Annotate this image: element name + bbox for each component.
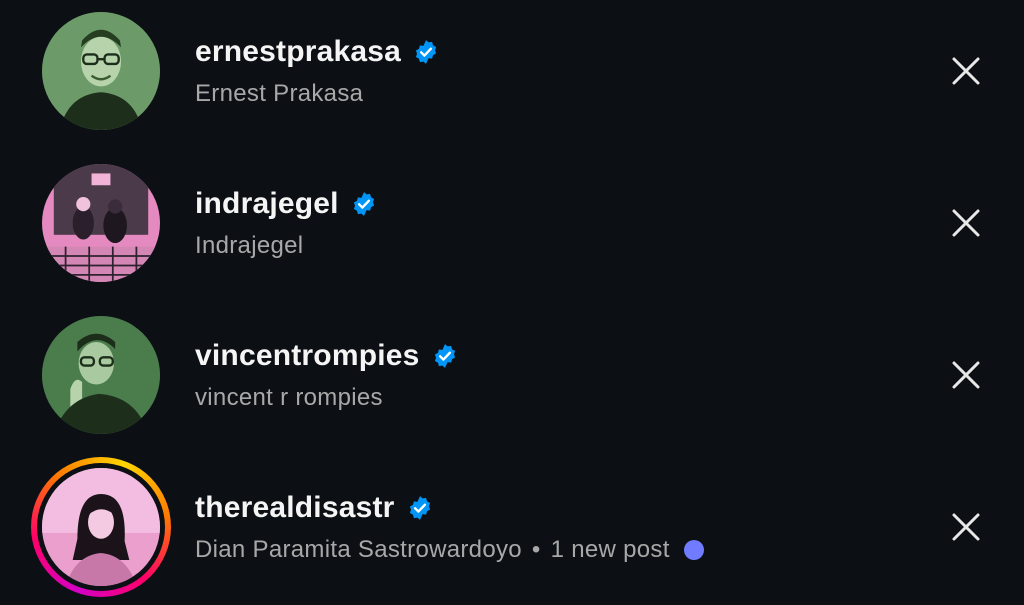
close-icon: [952, 361, 980, 389]
account-row-ernestprakasa[interactable]: ernestprakasa Ernest Prakasa: [0, 0, 1024, 152]
full-name: Dian Paramita Sastrowardoyo: [195, 536, 522, 563]
separator-dot: •: [531, 536, 541, 563]
avatar[interactable]: [42, 164, 160, 282]
account-text: therealdisastr Dian Paramita Sastrowardo…: [195, 488, 704, 564]
username[interactable]: ernestprakasa: [195, 35, 401, 69]
username-line: vincentrompies: [195, 336, 458, 376]
full-name: vincent r rompies: [195, 384, 383, 411]
username-line: therealdisastr: [195, 488, 704, 528]
close-icon: [952, 513, 980, 541]
verified-badge-icon: [434, 344, 455, 368]
account-row-vincentrompies[interactable]: vincentrompies vincent r rompies: [0, 304, 1024, 456]
avatar[interactable]: [42, 316, 160, 434]
account-text: ernestprakasa Ernest Prakasa: [195, 32, 439, 108]
username[interactable]: therealdisastr: [195, 491, 395, 525]
profile-photo-icon: [42, 12, 160, 130]
account-text: vincentrompies vincent r rompies: [195, 336, 458, 412]
full-name: Ernest Prakasa: [195, 80, 364, 107]
fullname-line: Indrajegel: [195, 232, 377, 260]
fullname-line: Dian Paramita Sastrowardoyo • 1 new post: [195, 536, 704, 564]
profile-photo-icon: [42, 316, 160, 434]
username[interactable]: vincentrompies: [195, 339, 420, 373]
new-post-status: 1 new post: [550, 536, 670, 563]
suggested-accounts-list: ernestprakasa Ernest Prakasa indrajegel …: [0, 0, 1024, 605]
profile-photo-icon: [42, 468, 160, 586]
story-ring-avatar[interactable]: [31, 457, 171, 597]
dismiss-button[interactable]: [948, 357, 984, 393]
profile-photo-icon: [42, 164, 160, 282]
dismiss-button[interactable]: [948, 53, 984, 89]
username-line: ernestprakasa: [195, 32, 439, 72]
dismiss-button[interactable]: [948, 509, 984, 545]
account-text: indrajegel Indrajegel: [195, 184, 377, 260]
close-icon: [952, 57, 980, 85]
new-post-dot-icon: [683, 540, 704, 560]
verified-badge-icon: [353, 192, 374, 216]
fullname-line: Ernest Prakasa: [195, 80, 439, 108]
dismiss-button[interactable]: [948, 205, 984, 241]
account-row-indrajegel[interactable]: indrajegel Indrajegel: [0, 152, 1024, 304]
verified-badge-icon: [416, 40, 437, 64]
fullname-line: vincent r rompies: [195, 384, 458, 412]
username-line: indrajegel: [195, 184, 377, 224]
avatar[interactable]: [42, 12, 160, 130]
close-icon: [952, 209, 980, 237]
verified-badge-icon: [409, 496, 430, 520]
full-name: Indrajegel: [195, 232, 304, 259]
username[interactable]: indrajegel: [195, 187, 339, 221]
